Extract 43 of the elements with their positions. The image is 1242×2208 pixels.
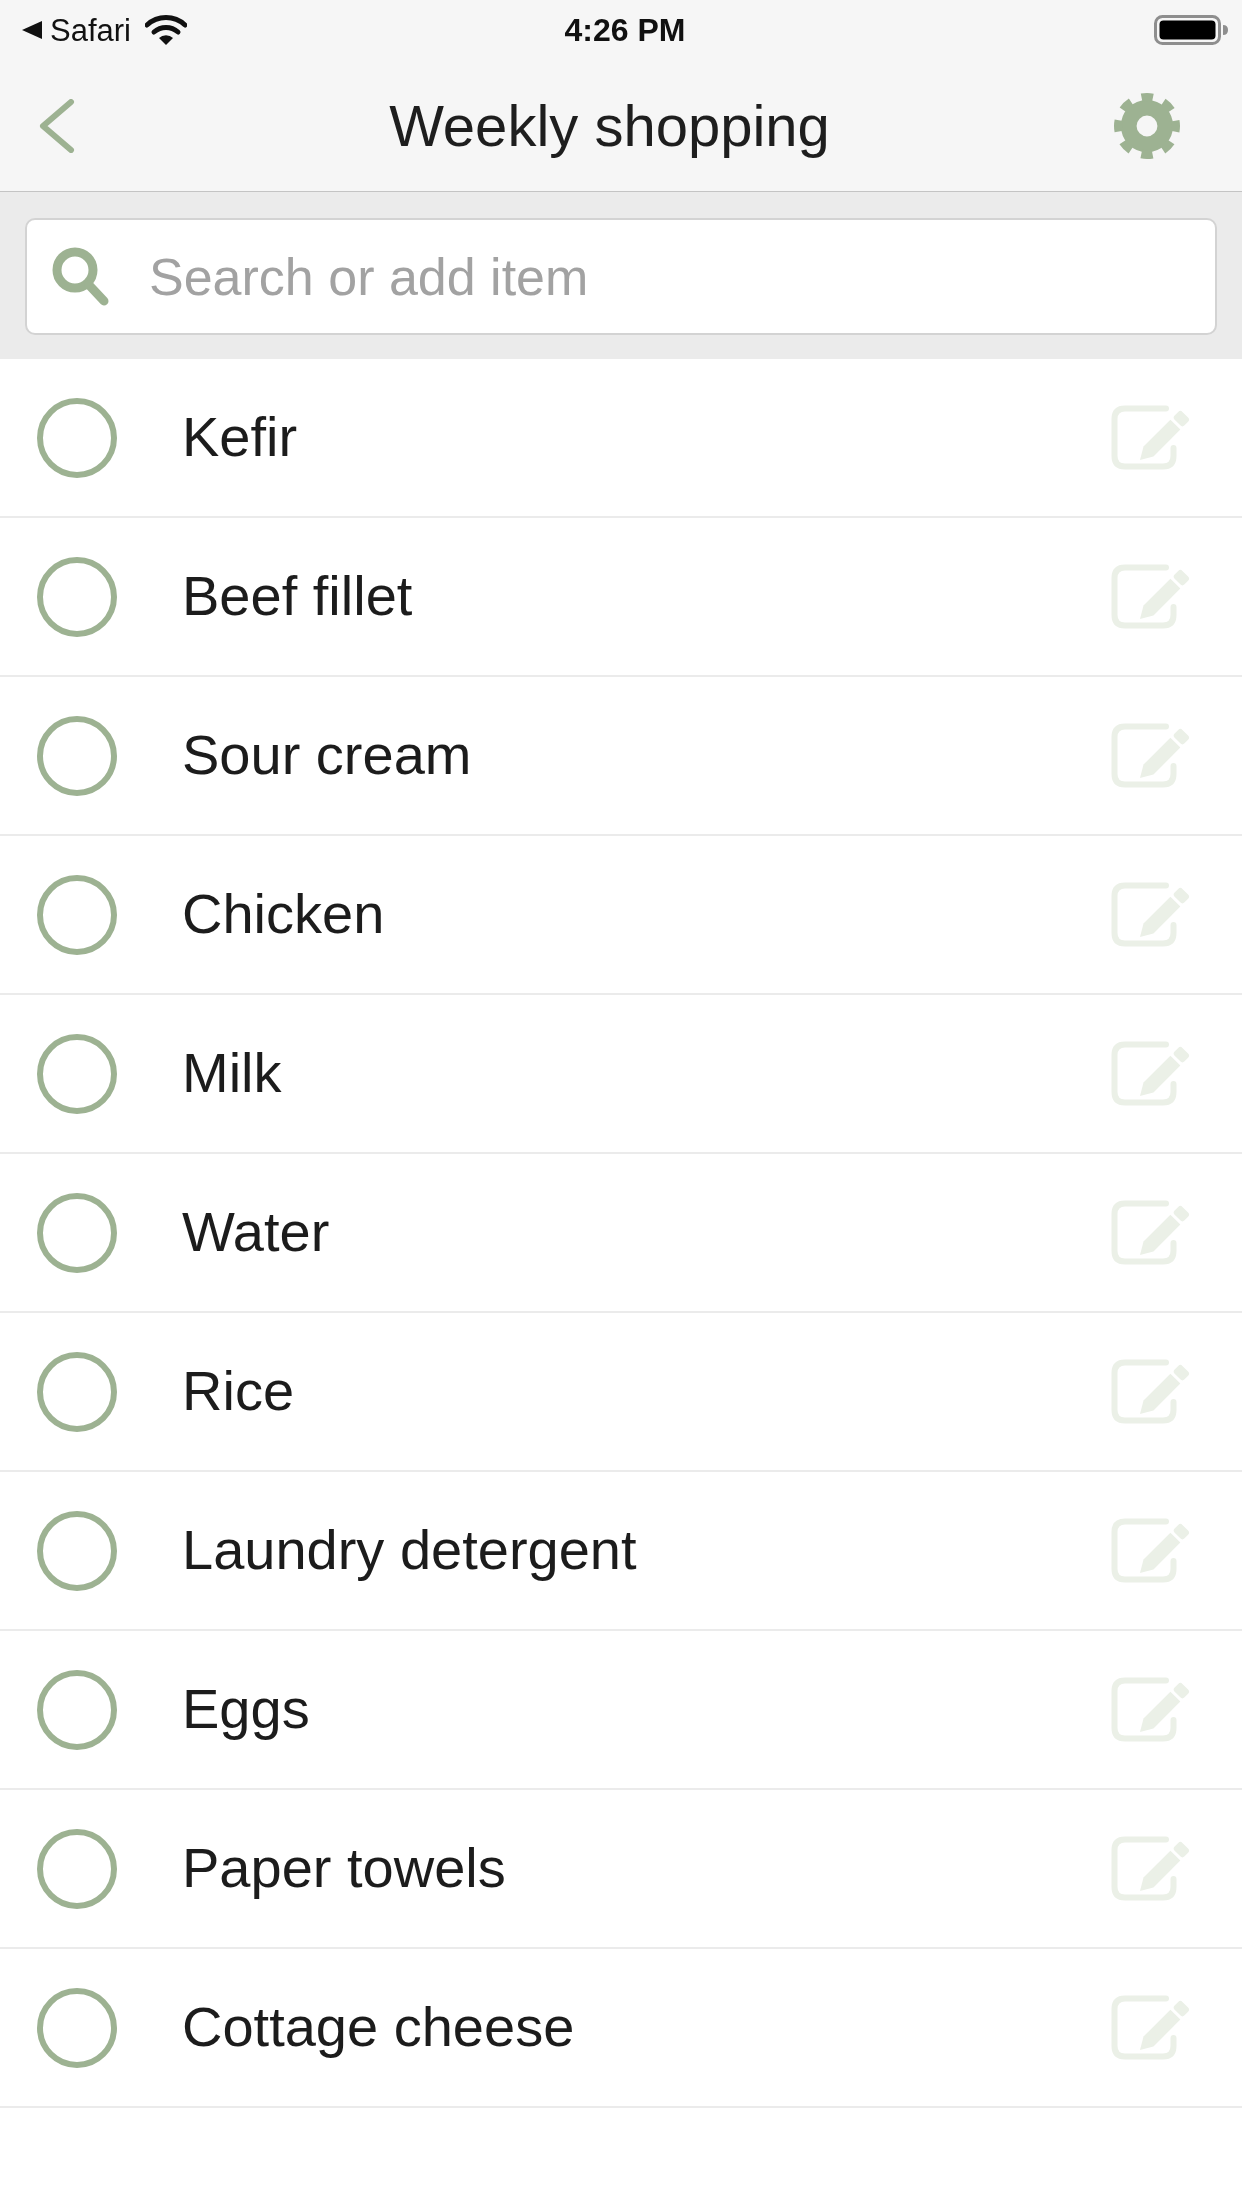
item-name: Rice	[182, 1359, 296, 1424]
list-item[interactable]: Water	[0, 1154, 1242, 1313]
status-time: 4:26 PM	[564, 14, 686, 46]
list-item[interactable]: Beef fillet	[0, 518, 1242, 677]
check-circle-icon[interactable]	[37, 1828, 117, 1909]
item-name: Chicken	[182, 882, 386, 947]
list-item[interactable]: Laundry detergent	[0, 1472, 1242, 1631]
wifi-icon	[145, 15, 187, 45]
left-triangle-icon[interactable]	[22, 21, 42, 39]
check-circle-icon[interactable]	[37, 874, 117, 955]
search-icon	[51, 246, 111, 308]
list-item[interactable]: Rice	[0, 1313, 1242, 1472]
check-circle-icon[interactable]	[37, 1033, 117, 1114]
check-circle-icon[interactable]	[37, 1351, 117, 1432]
check-circle-icon[interactable]	[37, 1669, 117, 1750]
item-name: Laundry detergent	[182, 1518, 638, 1583]
list-item[interactable]: Cottage cheese	[0, 1949, 1242, 2108]
list-item[interactable]: Milk	[0, 995, 1242, 1154]
check-circle-icon[interactable]	[37, 1510, 117, 1591]
list-item[interactable]: Eggs	[0, 1631, 1242, 1790]
battery-icon	[1154, 15, 1228, 45]
check-circle-icon[interactable]	[37, 1987, 117, 2068]
list-item[interactable]: Chicken	[0, 836, 1242, 995]
list-item[interactable]: Sour cream	[0, 677, 1242, 836]
app-name[interactable]: Safari	[50, 14, 131, 46]
item-name: Cottage cheese	[182, 1995, 576, 2060]
item-name: Eggs	[182, 1677, 311, 1742]
list-item[interactable]: Paper towels	[0, 1790, 1242, 1949]
check-circle-icon[interactable]	[37, 715, 117, 796]
screen-title: Weekly shopping	[389, 93, 830, 158]
back-icon[interactable]	[39, 98, 75, 153]
list-item[interactable]: Kefir	[0, 359, 1242, 518]
search-field[interactable]: Search or add item	[25, 218, 1217, 335]
check-circle-icon[interactable]	[37, 556, 117, 637]
item-name: Sour cream	[182, 723, 473, 788]
item-name: Paper towels	[182, 1836, 507, 1901]
settings-icon[interactable]	[1114, 92, 1180, 159]
check-circle-icon[interactable]	[37, 397, 117, 478]
item-name: Milk	[182, 1041, 283, 1106]
item-name: Beef fillet	[182, 564, 414, 629]
item-name: Water	[182, 1200, 331, 1265]
item-name: Kefir	[182, 405, 299, 470]
check-circle-icon[interactable]	[37, 1192, 117, 1273]
